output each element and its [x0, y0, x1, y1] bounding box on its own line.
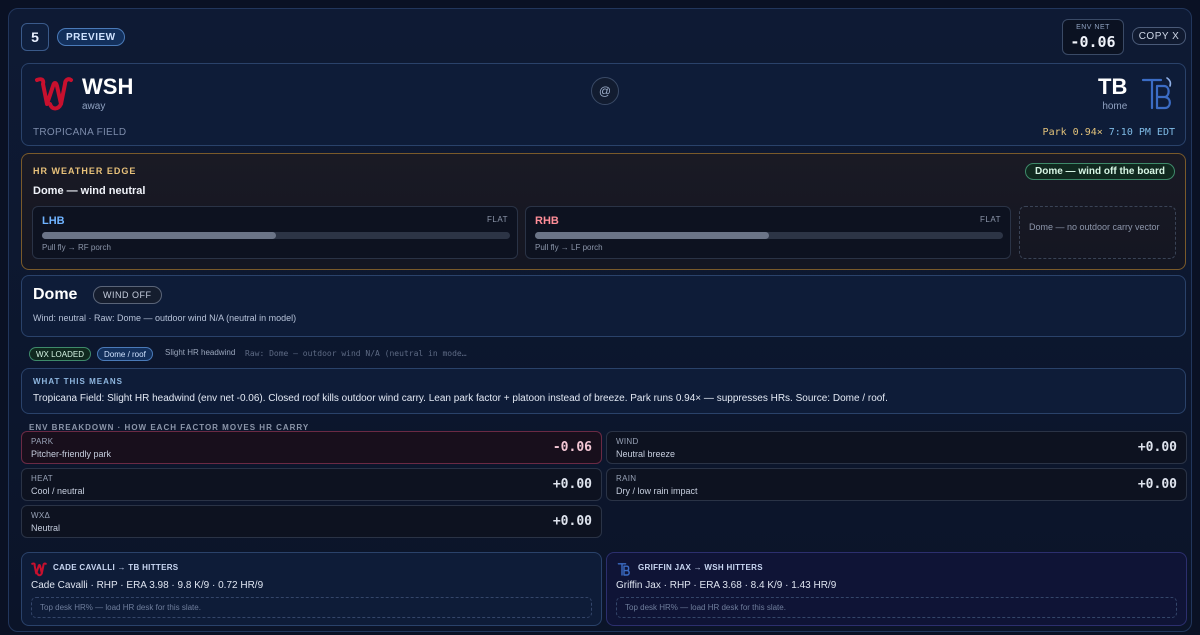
- pitcher-stats: Cade Cavalli · RHP · ERA 3.98 · 9.8 K/9 …: [31, 580, 264, 591]
- rhb-state: FLAT: [980, 215, 1001, 224]
- factor-heat: HEAT Cool / neutral +0.00: [21, 468, 602, 501]
- venue-name: TROPICANA FIELD: [33, 127, 127, 138]
- wx-loaded-chip: WX LOADED: [29, 347, 92, 361]
- factor-desc: Dry / low rain impact: [616, 486, 698, 496]
- factor-value: -0.06: [552, 440, 592, 455]
- game-number-badge: 5: [21, 23, 49, 51]
- factor-desc: Neutral: [31, 523, 61, 533]
- park-time: Park 0.94× 7:10 PM EDT: [1043, 127, 1175, 138]
- nationals-w-logo-icon: [31, 562, 47, 577]
- rhb-bar-fill: [535, 232, 769, 239]
- env-net-box: ENV NET -0.06: [1062, 19, 1124, 55]
- lhb-track: [42, 232, 510, 239]
- pitcher-card-home: GRIFFIN JAX → WSH HITTERS Griffin Jax · …: [606, 552, 1187, 626]
- rhb-label: RHB: [535, 215, 559, 227]
- wind-off-badge: WIND OFF: [93, 286, 162, 304]
- factor-value: +0.00: [552, 477, 592, 492]
- matchup-panel: WSH away @ TB home TROPICANA FIELD Park …: [21, 63, 1186, 146]
- factor-value: +0.00: [552, 514, 592, 529]
- hr-weather-edge-panel: HR WEATHER EDGE Dome — wind neutral Dome…: [21, 153, 1186, 270]
- at-symbol: @: [591, 77, 619, 105]
- factor-desc: Pitcher-friendly park: [31, 449, 112, 459]
- rhb-box: RHB FLAT Pull fly → LF porch: [525, 206, 1011, 259]
- lhb-state: FLAT: [487, 215, 508, 224]
- factor-value: +0.00: [1137, 440, 1177, 455]
- home-team: TB home: [1098, 74, 1127, 112]
- no-carry-vector-note: Dome — no outdoor carry vector: [1019, 206, 1176, 259]
- factor-name: WXΔ: [31, 511, 51, 520]
- factor-wind: WIND Neutral breeze +0.00: [606, 431, 1187, 464]
- status-badge: PREVIEW: [57, 28, 125, 46]
- env-net-value: -0.06: [1070, 32, 1116, 51]
- park-factor: Park 0.94×: [1042, 127, 1103, 138]
- factor-desc: Neutral breeze: [616, 449, 676, 459]
- factor-wx-delta: WXΔ Neutral +0.00: [21, 505, 602, 538]
- lhb-bar-fill: [42, 232, 276, 239]
- away-team: WSH away: [82, 74, 133, 112]
- rhb-desc: Pull fly → LF porch: [535, 243, 603, 252]
- hr-desk-note: Top desk HR% — load HR desk for this sla…: [616, 597, 1177, 618]
- nationals-w-logo-icon: [35, 77, 73, 111]
- copy-button[interactable]: COPY X: [1132, 27, 1186, 45]
- game-time: 7:10 PM EDT: [1108, 127, 1175, 138]
- rays-tb-logo-icon: [1141, 77, 1172, 110]
- lhb-box: LHB FLAT Pull fly → RF porch: [32, 206, 518, 259]
- what-this-means-body: Tropicana Field: Slight HR headwind (env…: [33, 393, 888, 404]
- what-this-means-title: WHAT THIS MEANS: [33, 377, 123, 386]
- pitcher-title: GRIFFIN JAX → WSH HITTERS: [638, 563, 763, 572]
- wind-line: Wind: neutral · Raw: Dome — outdoor wind…: [33, 313, 297, 323]
- game-card: 5 PREVIEW ENV NET -0.06 COPY X WSH away …: [8, 8, 1192, 632]
- rays-tb-logo-icon: [617, 563, 630, 576]
- factor-desc: Cool / neutral: [31, 486, 85, 496]
- what-this-means-panel: WHAT THIS MEANS Tropicana Field: Slight …: [21, 368, 1186, 414]
- factor-park: PARK Pitcher-friendly park -0.06: [21, 431, 602, 464]
- weather-edge-subtitle: Dome — wind neutral: [33, 185, 146, 197]
- pitcher-card-away: CADE CAVALLI → TB HITTERS Cade Cavalli ·…: [21, 552, 602, 626]
- away-team-code: WSH: [82, 74, 134, 99]
- rhb-track: [535, 232, 1003, 239]
- factor-name: WIND: [616, 437, 639, 446]
- env-net-label: ENV NET: [1076, 23, 1110, 31]
- raw-wind-text: Raw: Dome — outdoor wind N/A (neutral in…: [245, 349, 467, 358]
- pitcher-stats: Griffin Jax · RHP · ERA 3.68 · 8.4 K/9 ·…: [616, 580, 837, 591]
- away-team-role: away: [82, 101, 106, 112]
- pitcher-title: CADE CAVALLI → TB HITTERS: [53, 563, 179, 572]
- dome-status-pill: Dome — wind off the board: [1025, 163, 1175, 180]
- weather-edge-title: HR WEATHER EDGE: [33, 166, 137, 176]
- dome-title: Dome: [33, 286, 78, 303]
- roof-chip: Dome / roof: [97, 347, 153, 361]
- factor-name: RAIN: [616, 474, 637, 483]
- factor-rain: RAIN Dry / low rain impact +0.00: [606, 468, 1187, 501]
- factor-name: HEAT: [31, 474, 53, 483]
- lhb-desc: Pull fly → RF porch: [42, 243, 111, 252]
- factor-name: PARK: [31, 437, 54, 446]
- lhb-label: LHB: [42, 215, 65, 227]
- factor-value: +0.00: [1137, 477, 1177, 492]
- hr-desk-note: Top desk HR% — load HR desk for this sla…: [31, 597, 592, 618]
- dome-panel: Dome WIND OFF Wind: neutral · Raw: Dome …: [21, 275, 1186, 337]
- home-team-code: TB: [1098, 74, 1128, 99]
- headwind-text: Slight HR headwind: [165, 348, 236, 357]
- home-team-role: home: [1102, 101, 1128, 112]
